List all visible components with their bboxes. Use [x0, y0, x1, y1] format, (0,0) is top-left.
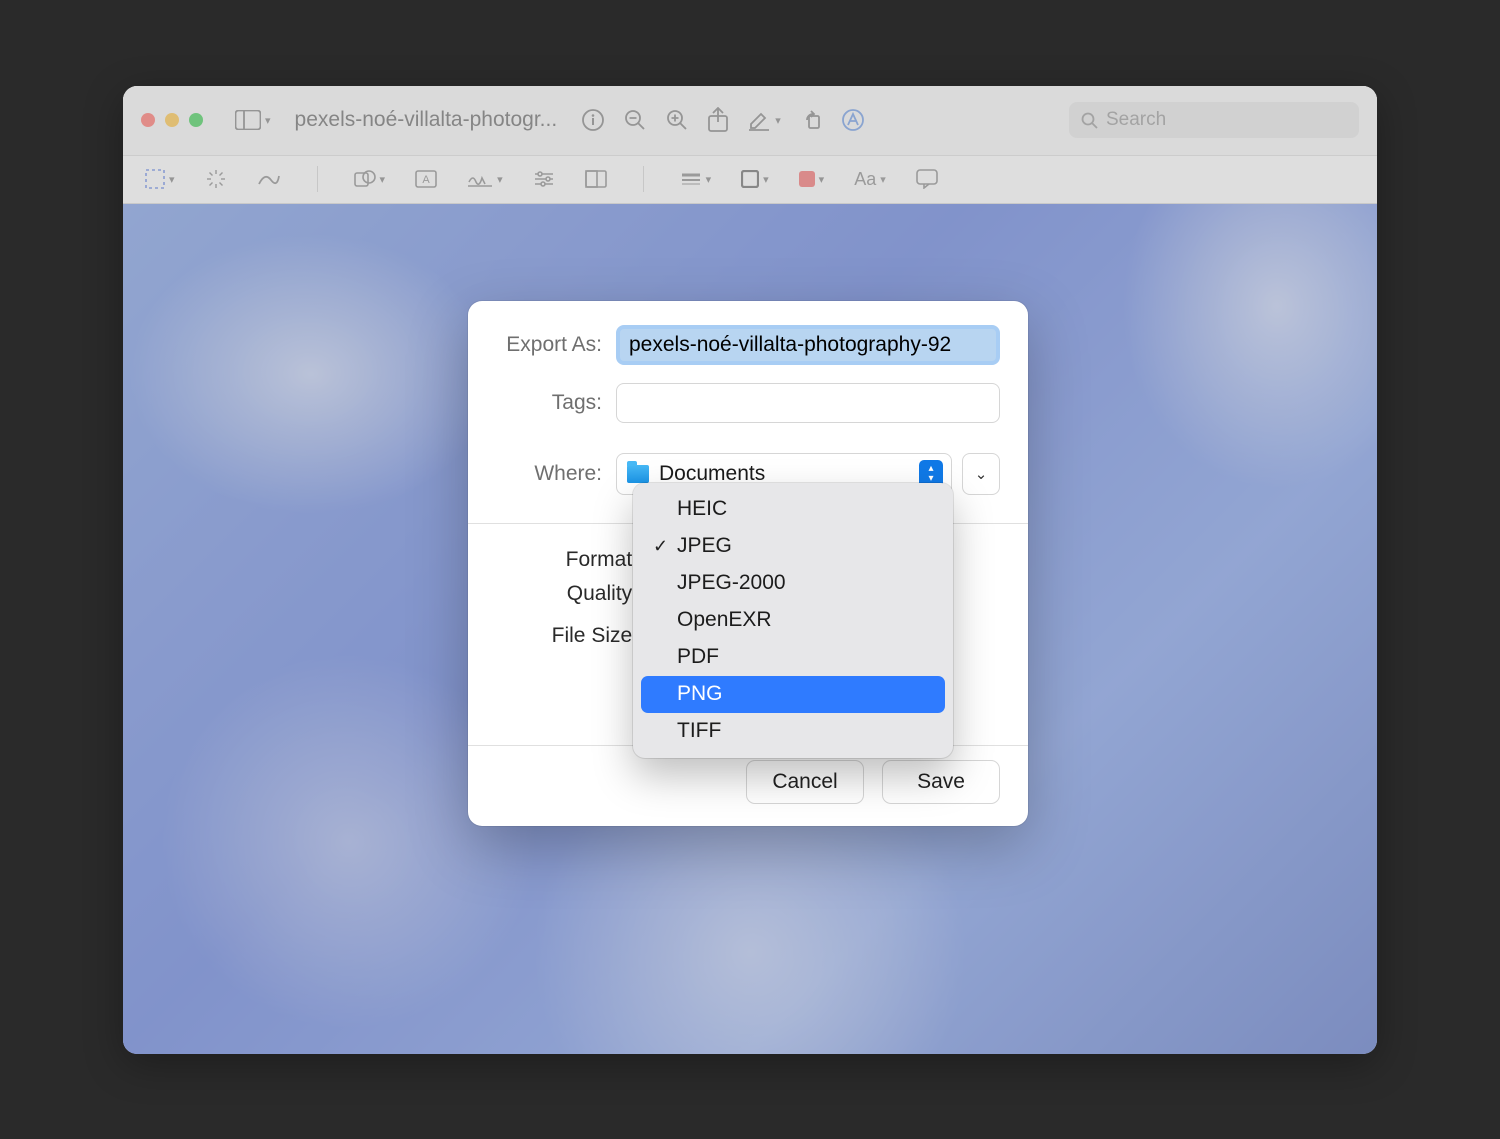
export-as-input[interactable] [616, 325, 1000, 365]
format-option-pdf[interactable]: PDF [641, 639, 945, 676]
save-button[interactable]: Save [882, 760, 1000, 804]
folder-icon [627, 465, 649, 483]
format-option-label: TIFF [677, 719, 721, 743]
format-option-heic[interactable]: HEIC [641, 491, 945, 528]
format-option-jpeg-2000[interactable]: JPEG-2000 [641, 565, 945, 602]
cancel-button[interactable]: Cancel [746, 760, 864, 804]
format-popup-menu: HEIC JPEG JPEG-2000 OpenEXR PDF PNG TIFF [633, 483, 953, 758]
format-option-label: HEIC [677, 497, 727, 521]
format-option-label: JPEG-2000 [677, 571, 786, 595]
where-value: Documents [659, 462, 765, 486]
format-option-openexr[interactable]: OpenEXR [641, 602, 945, 639]
format-option-label: PNG [677, 682, 723, 706]
format-option-label: OpenEXR [677, 608, 772, 632]
chevron-down-icon: ⌄ [975, 465, 988, 483]
tags-input[interactable] [616, 383, 1000, 423]
tags-label: Tags: [496, 391, 616, 415]
export-as-label: Export As: [496, 333, 616, 357]
preview-window: ▾ pexels-noé-villalta-photogr... ▾ Searc [123, 86, 1377, 1054]
format-option-png[interactable]: PNG [641, 676, 945, 713]
format-option-tiff[interactable]: TIFF [641, 713, 945, 750]
format-option-label: JPEG [677, 534, 732, 558]
format-option-label: PDF [677, 645, 719, 669]
expand-browse-button[interactable]: ⌄ [962, 453, 1000, 495]
format-option-jpeg[interactable]: JPEG [641, 528, 945, 565]
where-label: Where: [496, 462, 616, 486]
